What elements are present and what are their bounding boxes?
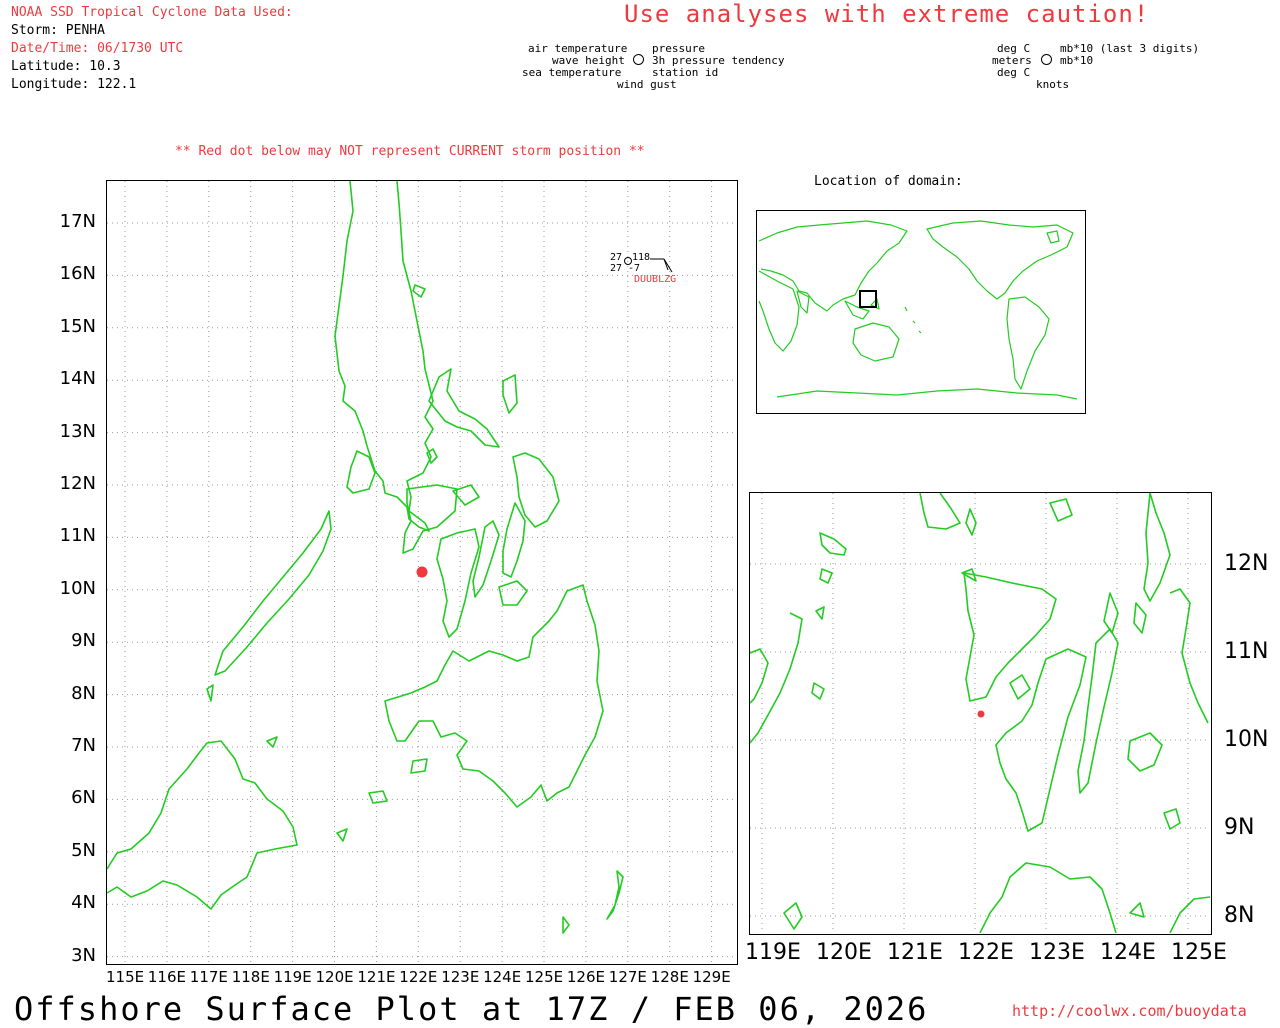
legend-units-mb10: mb*10 xyxy=(1060,54,1094,67)
legend-units-deg-c-sea: deg C xyxy=(997,66,1031,79)
main-lat-label: 6N xyxy=(71,787,96,809)
storm-datetime: Date/Time: 06/1730 UTC xyxy=(11,41,184,56)
main-lat-label: 3N xyxy=(71,944,96,966)
zoom-lat-label: 8N xyxy=(1224,903,1255,928)
main-lon-label: 128E xyxy=(650,968,689,986)
main-lon-label: 123E xyxy=(441,968,480,986)
caution-banner: Use analyses with extreme caution! xyxy=(624,0,1150,28)
main-lat-label: 16N xyxy=(59,263,96,285)
station-air-temp: 27 xyxy=(610,252,623,263)
storm-name: Storm: PENHA xyxy=(11,23,105,38)
main-lon-label: 119E xyxy=(273,968,312,986)
station-sea-temp: 27 xyxy=(610,263,623,274)
zoom-lat-label: 12N xyxy=(1224,551,1269,576)
zoom-storm-position-dot[interactable] xyxy=(977,710,985,718)
main-lon-label: 124E xyxy=(483,968,522,986)
zoom-lon-label: 120E xyxy=(816,940,872,965)
main-lon-label: 121E xyxy=(357,968,396,986)
inset-title: Location of domain: xyxy=(814,174,963,189)
main-lon-label: 120E xyxy=(315,968,354,986)
main-lon-label: 118E xyxy=(231,968,270,986)
legend-sea-temperature: sea temperature xyxy=(522,66,622,79)
station-id: DUUBLZG xyxy=(634,274,677,285)
zoom-lon-label: 121E xyxy=(887,940,943,965)
zoom-lat-label: 10N xyxy=(1224,727,1269,752)
main-lat-label: 9N xyxy=(71,630,96,652)
zoom-lon-label: 122E xyxy=(958,940,1014,965)
main-lon-label: 125E xyxy=(525,968,564,986)
main-map-panel xyxy=(106,180,738,965)
main-lon-label: 126E xyxy=(566,968,605,986)
inset-world-map xyxy=(756,210,1086,414)
station-tendency: -7 xyxy=(628,263,641,274)
main-lat-label: 13N xyxy=(59,420,96,442)
footer-url-link[interactable]: http://coolwx.com/buoydata xyxy=(1012,1002,1247,1020)
zoom-lat-label: 9N xyxy=(1224,815,1255,840)
main-lat-label: 12N xyxy=(59,473,96,494)
legend-station-circle-icon xyxy=(633,54,644,65)
main-lon-label: 122E xyxy=(399,968,438,986)
station-plot[interactable]: 27 xyxy=(610,252,622,263)
main-lat-label: 15N xyxy=(59,315,96,337)
source-title: NOAA SSD Tropical Cyclone Data Used: xyxy=(11,5,293,20)
main-lat-label: 10N xyxy=(59,577,96,599)
zoom-lat-label: 11N xyxy=(1224,639,1269,664)
main-lat-label: 14N xyxy=(59,368,96,390)
main-lon-label: 116E xyxy=(147,968,186,986)
storm-position-dot[interactable] xyxy=(416,566,428,578)
zoom-lon-label: 123E xyxy=(1029,940,1085,965)
main-lat-label: 5N xyxy=(71,839,96,861)
zoom-map-svg xyxy=(749,492,1211,934)
main-lon-label: 115E xyxy=(106,968,145,986)
main-lon-label: 129E xyxy=(692,968,731,986)
inset-domain-box xyxy=(859,290,877,308)
storm-longitude: Longitude: 122.1 xyxy=(11,77,137,92)
inset-world-svg xyxy=(758,220,1078,400)
red-dot-warning: ** Red dot below may NOT represent CURRE… xyxy=(175,144,645,159)
main-lat-label: 4N xyxy=(71,892,96,914)
station-wind-barb-icon xyxy=(650,258,673,273)
main-lat-label: 11N xyxy=(59,525,96,547)
main-lon-label: 127E xyxy=(608,968,647,986)
legend-wind-gust: wind gust xyxy=(617,78,677,91)
zoom-lon-label: 119E xyxy=(745,940,801,965)
main-lat-label: 8N xyxy=(71,682,96,704)
main-map-coastlines xyxy=(106,180,624,934)
main-lon-label: 117E xyxy=(189,968,228,986)
inset-coastlines xyxy=(758,220,1078,400)
main-map-svg xyxy=(106,180,736,963)
zoom-lon-label: 125E xyxy=(1171,940,1227,965)
legend-units-knots: knots xyxy=(1036,78,1070,91)
main-lat-label: 17N xyxy=(59,211,96,232)
legend-units-circle-icon xyxy=(1041,54,1052,65)
zoom-lon-label: 124E xyxy=(1100,940,1156,965)
footer-plot-title: Offshore Surface Plot at 17Z / FEB 06, 2… xyxy=(14,990,929,1028)
zoom-map-panel xyxy=(749,492,1212,935)
storm-latitude: Latitude: 10.3 xyxy=(11,59,121,74)
main-lat-label: 7N xyxy=(71,735,96,756)
